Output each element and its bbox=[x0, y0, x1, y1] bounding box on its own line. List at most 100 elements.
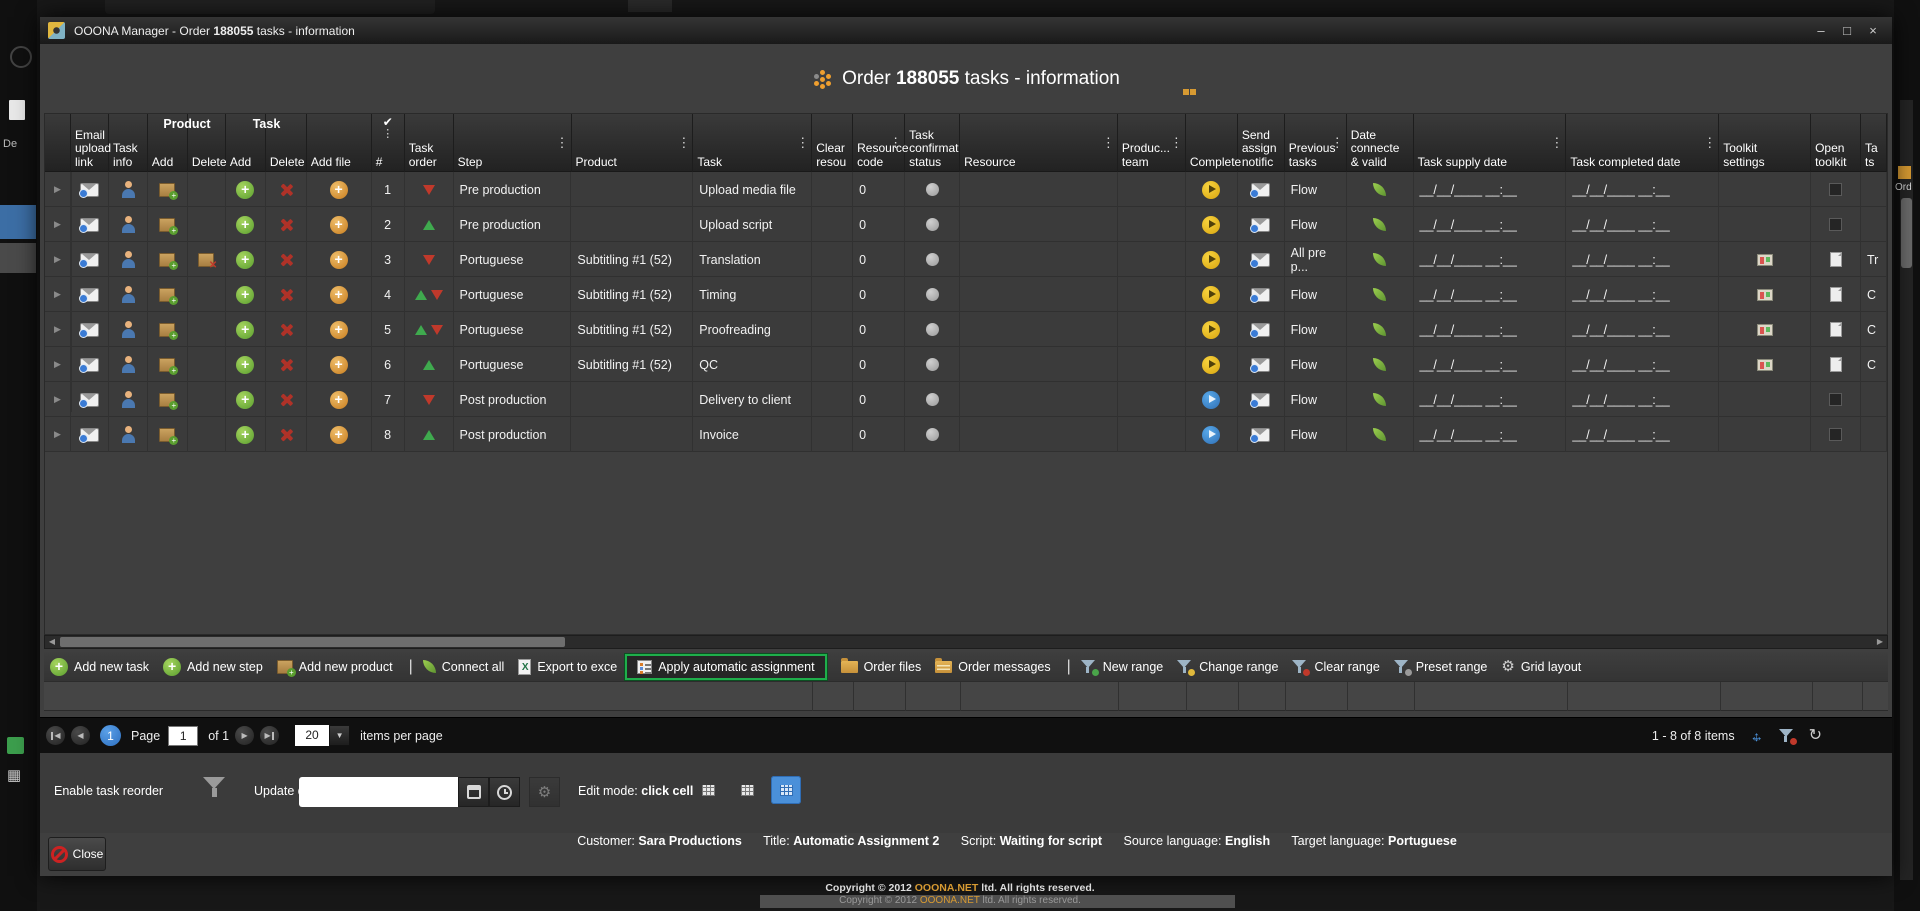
cell-send_notif[interactable] bbox=[1238, 207, 1285, 242]
cell-task_info[interactable] bbox=[109, 172, 148, 207]
scroll-left-icon[interactable]: ◀ bbox=[45, 636, 59, 648]
cell-product[interactable]: Subtitling #1 (52) bbox=[571, 347, 693, 382]
cell-task[interactable]: QC bbox=[693, 347, 812, 382]
cell-supply_date[interactable]: __/__/____ __:__ bbox=[1414, 382, 1567, 417]
cell-send_notif[interactable] bbox=[1238, 242, 1285, 277]
cell-task_add[interactable]: + bbox=[226, 172, 266, 207]
task-order-down-icon[interactable] bbox=[423, 395, 435, 405]
expand-row-icon[interactable]: ▶ bbox=[54, 184, 61, 195]
complete-play-icon[interactable] bbox=[1202, 321, 1220, 339]
cell-task_info[interactable] bbox=[109, 242, 148, 277]
cell-last[interactable] bbox=[1861, 382, 1887, 417]
cell-num[interactable]: 2 bbox=[372, 207, 405, 242]
cell-open_toolkit[interactable] bbox=[1811, 207, 1861, 242]
send-notification-icon[interactable] bbox=[1251, 323, 1270, 337]
cell-previous_tasks[interactable]: Flow bbox=[1285, 312, 1347, 347]
add-file-icon[interactable]: + bbox=[330, 321, 348, 339]
cell-resource[interactable] bbox=[960, 172, 1118, 207]
cell-task_delete[interactable] bbox=[266, 242, 307, 277]
column-header-num[interactable]: #✔⋮ bbox=[372, 114, 405, 172]
delete-product-icon[interactable] bbox=[198, 253, 214, 267]
prev-page-button[interactable]: ◀ bbox=[71, 726, 90, 745]
clock-button[interactable] bbox=[489, 777, 520, 807]
cell-open_toolkit[interactable] bbox=[1811, 417, 1861, 452]
delete-task-icon[interactable] bbox=[279, 323, 293, 337]
confirmation-status-icon[interactable] bbox=[926, 218, 939, 231]
toolbar-export-to-exce-button[interactable]: Export to exce bbox=[518, 659, 617, 675]
cell-step[interactable]: Portuguese bbox=[454, 312, 572, 347]
column-header-date_connected[interactable]: Date connecte & valid bbox=[1347, 114, 1414, 172]
cell-supply_date[interactable]: __/__/____ __:__ bbox=[1414, 277, 1567, 312]
cell-product_add[interactable] bbox=[148, 417, 188, 452]
cell-complete[interactable] bbox=[1186, 242, 1238, 277]
cell-send_notif[interactable] bbox=[1238, 347, 1285, 382]
cell-task_delete[interactable] bbox=[266, 207, 307, 242]
cell-previous_tasks[interactable]: Flow bbox=[1285, 417, 1347, 452]
complete-play-icon[interactable] bbox=[1202, 216, 1220, 234]
cell-add_file[interactable]: + bbox=[307, 277, 372, 312]
toolbar-order-files-button[interactable]: Order files bbox=[841, 660, 922, 674]
email-upload-icon[interactable] bbox=[80, 428, 99, 442]
cell-product_add[interactable] bbox=[148, 382, 188, 417]
fit-columns-icon[interactable]: ↔↕ bbox=[1749, 728, 1765, 744]
cell-task_delete[interactable] bbox=[266, 172, 307, 207]
cell-clear_resource[interactable] bbox=[812, 417, 853, 452]
cell-product_add[interactable] bbox=[148, 347, 188, 382]
cell-expand[interactable]: ▶ bbox=[45, 207, 71, 242]
cell-resource_code[interactable]: 0 bbox=[853, 207, 905, 242]
complete-play-icon[interactable] bbox=[1202, 391, 1220, 409]
multi-check-icon[interactable]: ✔⋮ bbox=[382, 116, 393, 140]
cell-completed_date[interactable]: __/__/____ __:__ bbox=[1566, 172, 1719, 207]
view-mode-select-button[interactable] bbox=[732, 776, 762, 804]
cell-completed_date[interactable]: __/__/____ __:__ bbox=[1566, 242, 1719, 277]
cell-expand[interactable]: ▶ bbox=[45, 347, 71, 382]
cell-date_connected[interactable] bbox=[1347, 207, 1414, 242]
complete-play-icon[interactable] bbox=[1202, 356, 1220, 374]
cell-task_add[interactable]: + bbox=[226, 312, 266, 347]
cell-email[interactable] bbox=[71, 207, 109, 242]
column-menu-icon[interactable]: ⋮ bbox=[556, 135, 569, 151]
cell-product[interactable]: Subtitling #1 (52) bbox=[571, 242, 693, 277]
add-task-icon[interactable]: + bbox=[236, 181, 254, 199]
cell-clear_resource[interactable] bbox=[812, 347, 853, 382]
cell-product[interactable] bbox=[571, 382, 693, 417]
email-upload-icon[interactable] bbox=[80, 358, 99, 372]
email-upload-icon[interactable] bbox=[80, 253, 99, 267]
add-product-icon[interactable] bbox=[159, 218, 175, 232]
cell-date_connected[interactable] bbox=[1347, 242, 1414, 277]
cell-clear_resource[interactable] bbox=[812, 312, 853, 347]
column-header-step[interactable]: Step⋮ bbox=[454, 114, 572, 172]
add-file-icon[interactable]: + bbox=[330, 286, 348, 304]
items-per-page-value[interactable]: 20 bbox=[295, 725, 329, 746]
expand-row-icon[interactable]: ▶ bbox=[54, 254, 61, 265]
cell-product[interactable]: Subtitling #1 (52) bbox=[571, 277, 693, 312]
column-header-task_info[interactable]: Task info bbox=[109, 114, 148, 172]
send-notification-icon[interactable] bbox=[1251, 393, 1270, 407]
cell-email[interactable] bbox=[71, 277, 109, 312]
cell-add_file[interactable]: + bbox=[307, 417, 372, 452]
cell-step[interactable]: Portuguese bbox=[454, 277, 572, 312]
toolbar-add-new-product-button[interactable]: Add new product bbox=[277, 660, 393, 674]
expand-row-icon[interactable]: ▶ bbox=[54, 359, 61, 370]
update-date-input[interactable] bbox=[299, 777, 458, 807]
open-toolkit-icon[interactable] bbox=[1830, 252, 1842, 267]
cell-task_add[interactable]: + bbox=[226, 417, 266, 452]
cell-product_delete[interactable] bbox=[188, 312, 226, 347]
toolbar-order-messages-button[interactable]: Order messages bbox=[935, 660, 1050, 674]
complete-play-icon[interactable] bbox=[1202, 181, 1220, 199]
cell-task_delete[interactable] bbox=[266, 347, 307, 382]
column-menu-icon[interactable]: ⋮ bbox=[796, 135, 809, 151]
toolbar-connect-all-button[interactable]: Connect all bbox=[423, 660, 505, 674]
cell-resource[interactable] bbox=[960, 207, 1118, 242]
cell-resource_code[interactable]: 0 bbox=[853, 312, 905, 347]
cell-product_add[interactable] bbox=[148, 172, 188, 207]
cell-add_file[interactable]: + bbox=[307, 382, 372, 417]
task-info-icon[interactable] bbox=[120, 356, 136, 373]
cell-step[interactable]: Pre production bbox=[454, 172, 572, 207]
cell-product_delete[interactable] bbox=[188, 172, 226, 207]
column-menu-icon[interactable]: ⋮ bbox=[1170, 135, 1183, 151]
page-input[interactable] bbox=[168, 726, 198, 746]
open-toolkit-icon[interactable] bbox=[1830, 357, 1842, 372]
open-toolkit-icon[interactable] bbox=[1830, 287, 1842, 302]
cell-task[interactable]: Proofreading bbox=[693, 312, 812, 347]
